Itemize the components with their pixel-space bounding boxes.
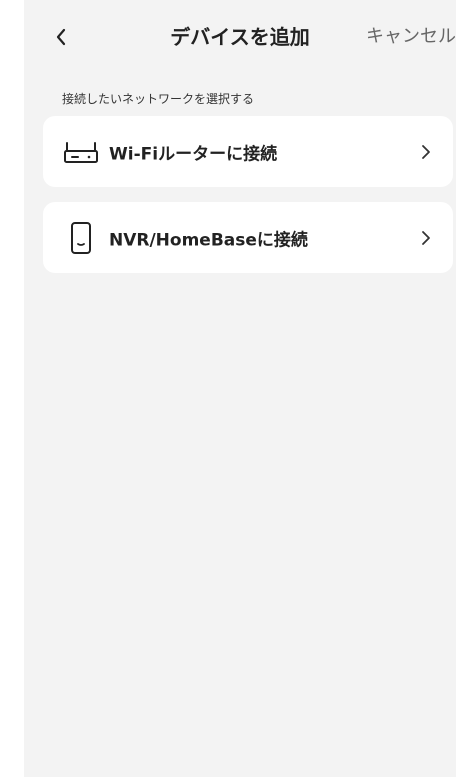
homebase-icon (63, 220, 99, 256)
cancel-button[interactable]: キャンセル (366, 22, 456, 52)
chevron-right-icon (419, 228, 433, 248)
chevron-right-icon (419, 142, 433, 162)
section-label: 接続したいネットワークを選択する (62, 92, 255, 106)
connect-homebase-option[interactable]: NVR/HomeBaseに接続 (43, 202, 453, 273)
option-label: Wi-Fiルーターに接続 (109, 144, 278, 164)
connect-wifi-router-option[interactable]: Wi-Fiルーターに接続 (43, 116, 453, 187)
chevron-left-icon (56, 28, 66, 46)
router-icon (63, 134, 99, 170)
option-label: NVR/HomeBaseに接続 (109, 230, 308, 250)
header: デバイスを追加 キャンセル (24, 0, 456, 76)
back-button[interactable] (50, 22, 72, 52)
screen: デバイスを追加 キャンセル 接続したいネットワークを選択する Wi-Fiルーター… (24, 0, 456, 777)
